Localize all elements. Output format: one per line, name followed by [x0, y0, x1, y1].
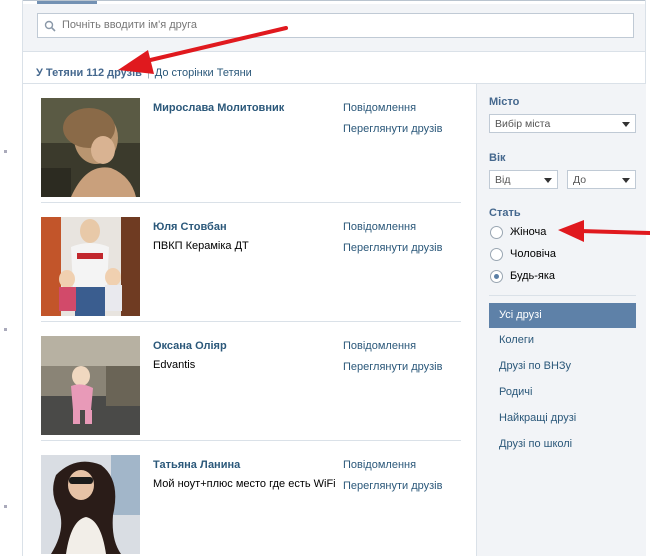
margin-mark: [4, 328, 7, 331]
friend-row: Юля Стовбан ПВКП Кераміка ДТ Повідомленн…: [23, 203, 476, 322]
friend-subtitle: Мой ноут+плюс место где есть WiFi: [153, 478, 336, 490]
margin-mark: [4, 150, 7, 153]
annotation-arrow: [558, 220, 650, 242]
chevron-down-icon: [622, 178, 630, 183]
friend-avatar[interactable]: [41, 336, 140, 435]
search-icon: [44, 20, 56, 32]
radio-button-selected[interactable]: [490, 270, 503, 283]
view-friends-link[interactable]: Переглянути друзів: [343, 480, 442, 492]
menu-item-university-friends[interactable]: Друзі по ВНЗу: [489, 354, 636, 379]
city-label: Місто: [489, 96, 520, 108]
friend-avatar[interactable]: [41, 217, 140, 316]
radio-label: Жіноча: [510, 226, 547, 238]
message-link[interactable]: Повідомлення: [343, 102, 416, 114]
friend-row: Татьяна Ланина Мой ноут+плюс место где е…: [23, 441, 476, 560]
radio-label: Чоловіча: [510, 248, 557, 260]
age-from-select[interactable]: Від: [489, 170, 558, 189]
view-friends-link[interactable]: Переглянути друзів: [343, 361, 442, 373]
friend-name[interactable]: Татьяна Ланина: [153, 459, 240, 471]
friends-page: Почніть вводити ім'я друга У Тетяни 112 …: [22, 0, 646, 556]
view-friends-link[interactable]: Переглянути друзів: [343, 242, 442, 254]
annotation-arrow: [118, 26, 288, 74]
friend-subtitle: Edvantis: [153, 359, 196, 371]
radio-button[interactable]: [490, 248, 503, 261]
friend-name[interactable]: Юля Стовбан: [153, 221, 227, 233]
menu-item-best-friends[interactable]: Найкращі друзі: [489, 406, 636, 431]
friend-name[interactable]: Мирослава Молитовник: [153, 102, 284, 114]
radio-button[interactable]: [490, 226, 503, 239]
menu-item-school-friends[interactable]: Друзі по школі: [489, 432, 636, 457]
margin-mark: [4, 505, 7, 508]
menu-item-relatives[interactable]: Родичі: [489, 380, 636, 405]
message-link[interactable]: Повідомлення: [343, 459, 416, 471]
menu-item-all-friends[interactable]: Усі друзі: [489, 303, 636, 328]
view-friends-link[interactable]: Переглянути друзів: [343, 123, 442, 135]
friends-list: Мирослава Молитовник Повідомлення Перегл…: [23, 84, 476, 556]
message-link[interactable]: Повідомлення: [343, 221, 416, 233]
chevron-down-icon: [544, 178, 552, 183]
age-from-value: Від: [495, 174, 511, 186]
friend-subtitle: ПВКП Кераміка ДТ: [153, 240, 249, 252]
city-select-value: Вибір міста: [495, 118, 551, 130]
filter-sidebar: Місто Вибір міста Вік Від - До Стать Жін…: [476, 84, 646, 556]
sex-label: Стать: [489, 207, 521, 219]
message-link[interactable]: Повідомлення: [343, 340, 416, 352]
menu-item-colleagues[interactable]: Колеги: [489, 328, 636, 353]
friend-avatar[interactable]: [41, 98, 140, 197]
radio-label: Будь-яка: [510, 270, 556, 282]
city-select[interactable]: Вибір міста: [489, 114, 636, 133]
friend-row: Оксана Оліяр Edvantis Повідомлення Перег…: [23, 322, 476, 441]
friend-name[interactable]: Оксана Оліяр: [153, 340, 227, 352]
friend-row: Мирослава Молитовник Повідомлення Перегл…: [23, 84, 476, 203]
age-label: Вік: [489, 152, 506, 164]
radio-selected-dot: [494, 274, 499, 279]
chevron-down-icon: [622, 122, 630, 127]
age-to-value: До: [573, 174, 587, 186]
menu-divider: [489, 295, 636, 296]
age-to-select[interactable]: До: [567, 170, 636, 189]
friend-avatar[interactable]: [41, 455, 140, 554]
